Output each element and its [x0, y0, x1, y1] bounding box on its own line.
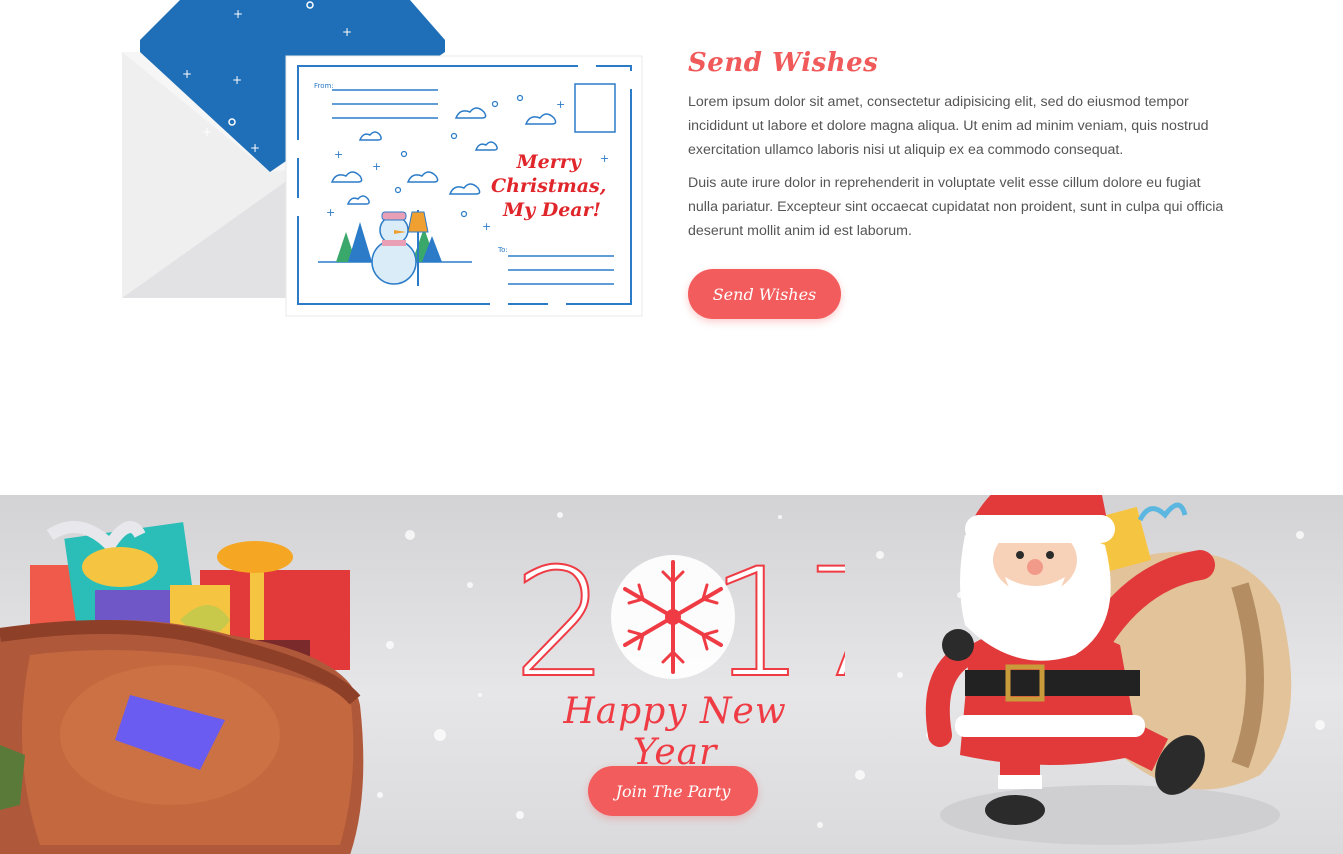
- svg-text:+: +: [202, 125, 212, 139]
- postcard-to-label: To:: [497, 246, 508, 254]
- svg-text:+: +: [232, 73, 242, 87]
- postcard-icon: From: To: Merry Christmas, My Dear! +++ …: [285, 55, 643, 317]
- year-left-digit: 2: [513, 537, 608, 705]
- wishes-paragraph-1: Lorem ipsum dolor sit amet, consectetur …: [688, 94, 1209, 158]
- join-the-party-button[interactable]: Join The Party: [588, 766, 758, 816]
- gift-sack-icon: [0, 521, 364, 854]
- postcard-greeting-line-1: Merry: [516, 151, 583, 173]
- svg-text:+: +: [556, 98, 565, 111]
- wishes-content: Send Wishes Lorem ipsum dolor sit amet, …: [688, 48, 1233, 319]
- svg-text:+: +: [326, 206, 335, 219]
- happy-new-year-heading: Happy New Year: [563, 691, 787, 773]
- postcard-greeting-line-3: My Dear!: [502, 199, 601, 221]
- send-wishes-section: + + + + + + From: To: Merry Christmas, M…: [0, 0, 1343, 495]
- svg-text:+: +: [250, 141, 260, 155]
- envelope-postcard-illustration: + + + + + + From: To: Merry Christmas, M…: [122, 0, 643, 317]
- year-2017-graphic: 2 17: [512, 536, 845, 705]
- snowflake-icon: [611, 555, 735, 679]
- new-year-banner: 2 17 Happy New Year Join The Party: [0, 495, 1343, 854]
- santa-icon: [925, 495, 1292, 845]
- postcard-from-label: From:: [314, 82, 334, 90]
- svg-text:+: +: [482, 220, 491, 233]
- wishes-title: Send Wishes: [688, 48, 879, 78]
- wishes-paragraph-2: Duis aute irure dolor in reprehenderit i…: [688, 175, 1224, 239]
- send-wishes-button[interactable]: Send Wishes: [688, 269, 841, 319]
- svg-text:+: +: [600, 152, 609, 165]
- svg-text:+: +: [372, 160, 381, 173]
- svg-text:+: +: [182, 67, 192, 81]
- svg-text:+: +: [233, 7, 243, 21]
- svg-text:+: +: [342, 25, 352, 39]
- svg-text:+: +: [334, 148, 343, 161]
- postcard-greeting-line-2: Christmas,: [491, 175, 606, 197]
